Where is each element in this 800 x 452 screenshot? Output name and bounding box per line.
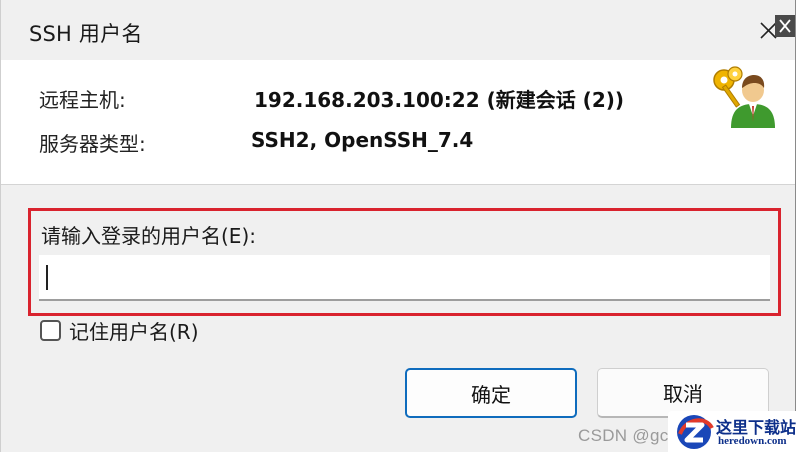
close-button[interactable] [757, 14, 795, 46]
server-type-value: SSH2, OpenSSH_7.4 [251, 128, 474, 152]
session-info-panel: 远程主机: 192.168.203.100:22 (新建会话 (2)) 服务器类… [1, 60, 795, 185]
site-url: heredown.com [718, 435, 787, 447]
dialog-title: SSH 用户名 [29, 22, 143, 46]
username-label: 请输入登录的用户名(E): [41, 224, 256, 248]
remote-host-label: 远程主机: [39, 88, 126, 112]
remember-username-label[interactable]: 记住用户名(R) [69, 316, 199, 345]
ok-button[interactable]: 确定 [405, 368, 577, 418]
cancel-button-label: 取消 [663, 382, 703, 406]
key-user-icon [713, 66, 775, 128]
username-highlight-box: 请输入登录的用户名(E): [28, 208, 781, 316]
ssh-username-dialog: SSH 用户名 远程主机: 192.168.203.100:22 (新建会话 (… [0, 0, 796, 452]
remote-host-value: 192.168.203.100:22 (新建会话 (2)) [254, 88, 625, 112]
csdn-watermark: CSDN @gc [578, 426, 669, 445]
close-icon [760, 15, 795, 39]
remember-username-row[interactable]: 记住用户名(R) [40, 316, 199, 345]
ok-button-label: 确定 [471, 382, 511, 407]
title-bar[interactable]: SSH 用户名 [1, 0, 795, 64]
username-input[interactable] [39, 255, 770, 301]
server-type-label: 服务器类型: [39, 132, 146, 156]
text-caret [46, 265, 48, 290]
site-logo-icon [677, 415, 714, 449]
remember-username-checkbox[interactable] [40, 319, 61, 341]
site-watermark-badge: 这里下载站 heredown.com [668, 411, 800, 452]
